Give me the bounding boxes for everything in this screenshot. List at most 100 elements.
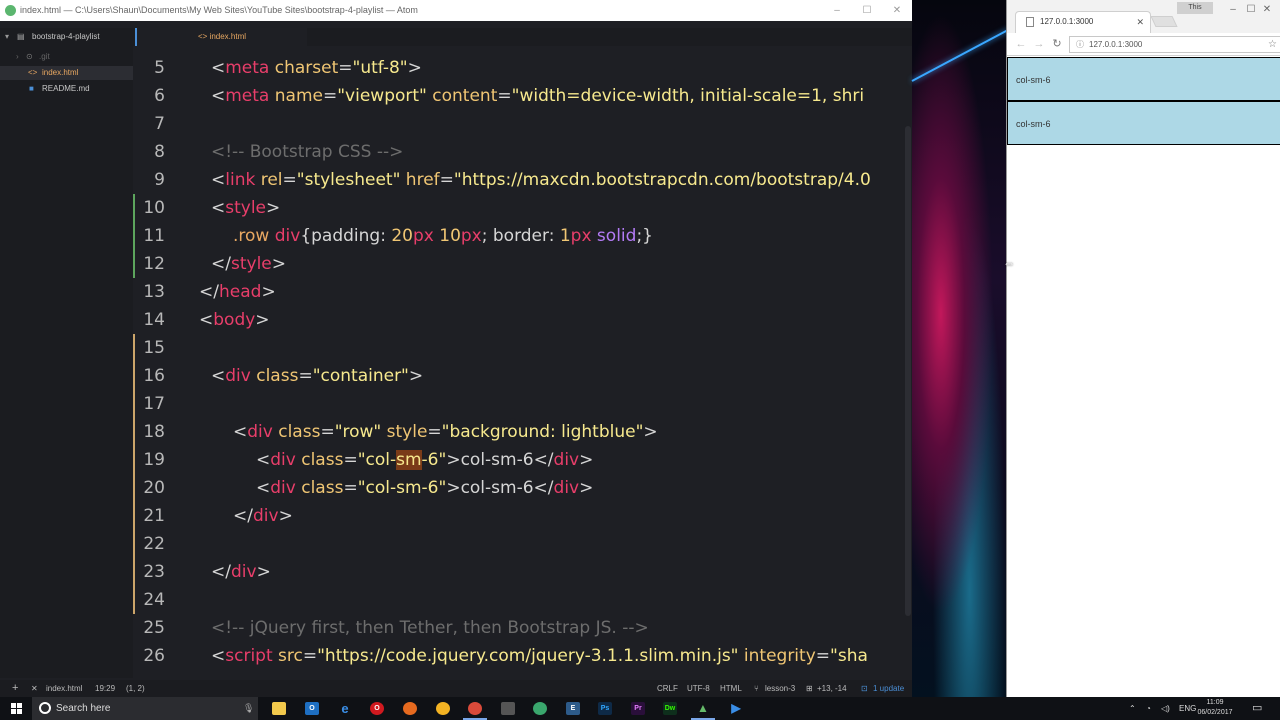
chrome-icon[interactable] [461, 699, 489, 720]
cortana-icon [39, 702, 51, 714]
opera-icon[interactable]: O [363, 699, 391, 718]
token: ;} [636, 226, 653, 246]
new-tab-button[interactable] [1150, 16, 1178, 27]
status-updates[interactable]: 1 update [873, 680, 904, 697]
microphone-icon[interactable]: 🎙 [243, 697, 254, 720]
line-number: 25 [143, 618, 165, 638]
notifications-icon[interactable]: ▭ [1252, 697, 1262, 720]
status-diff: +13, -14 [817, 684, 847, 693]
firefox-icon[interactable] [396, 699, 424, 718]
dreamweaver-icon[interactable]: Dw [656, 699, 684, 718]
address-bar[interactable]: ⓘ 127.0.0.1:3000 ☆ [1069, 36, 1280, 53]
volume-icon[interactable]: ◁) [1161, 697, 1170, 720]
code-editor[interactable]: 5 6 7 8 9 10 11 12 13 14 15 16 17 18 19 … [133, 46, 912, 672]
file-explorer-icon[interactable] [265, 699, 293, 718]
token: > [255, 310, 270, 330]
status-branch[interactable]: lesson-3 [765, 680, 795, 697]
maximize-button[interactable]: ☐ [852, 0, 882, 21]
token: style [225, 198, 267, 218]
search-placeholder: Search here [56, 703, 111, 714]
status-cursor[interactable]: 19:29 [95, 680, 115, 697]
token: > [408, 366, 424, 386]
token: div [270, 478, 296, 498]
token: link [225, 170, 256, 190]
token: "utf-8" [352, 58, 408, 78]
visual-studio-icon[interactable]: E [559, 699, 587, 718]
status-grammar[interactable]: HTML [720, 680, 742, 697]
token: head [218, 282, 262, 302]
token: > [579, 478, 594, 498]
atom-icon[interactable]: ▲ [689, 699, 717, 720]
resize-cursor-icon: ⇔ [1003, 256, 1015, 270]
close-button[interactable]: ✕ [882, 0, 912, 21]
token: </ [211, 254, 231, 274]
windows-logo-icon [11, 703, 22, 714]
add-icon[interactable]: + [12, 680, 18, 697]
outlook-icon[interactable]: O [298, 699, 326, 718]
profile-button[interactable]: This [1177, 2, 1213, 14]
clock-time: 11:09 [1206, 699, 1224, 706]
atom-green-icon[interactable] [526, 699, 554, 718]
status-line-ending[interactable]: CRLF [657, 680, 678, 697]
minimize-button[interactable]: – [822, 0, 852, 21]
token: < [211, 86, 226, 106]
taskbar: Search here 🎙 O e O E Ps Pr Dw ▲ ▶ ⌃ ◔ ◁… [0, 697, 1280, 720]
system-clock[interactable]: 11:09 06/02/2017 [1190, 698, 1240, 718]
line-number: 8 [154, 142, 165, 162]
close-button[interactable]: ✕ [1253, 0, 1280, 20]
powershell-icon[interactable]: ▶ [722, 699, 750, 718]
diff-icon: ⊞ [806, 684, 813, 693]
token: "https://code.jquery.com/jquery-3.1.1.sl… [317, 646, 739, 666]
taskbar-search[interactable]: Search here 🎙 [32, 697, 258, 720]
edge-icon[interactable]: e [331, 699, 359, 718]
tree-item-readme[interactable]: ■ README.md [0, 82, 133, 96]
token: </ [211, 562, 231, 582]
token: -6" [421, 450, 447, 470]
token: = [815, 646, 831, 666]
tree-project-root[interactable]: ▾ ▤ bootstrap-4-playlist [0, 30, 133, 44]
vertical-scrollbar[interactable] [905, 126, 911, 616]
tree-item-index-html[interactable]: <> index.html [0, 66, 133, 80]
virtualbox-icon[interactable] [494, 699, 522, 718]
premiere-icon[interactable]: Pr [624, 699, 652, 718]
code-line: <div class="col-sm-6">col-sm-6</div> [256, 478, 593, 498]
status-encoding[interactable]: UTF-8 [687, 680, 710, 697]
token: px [460, 226, 482, 246]
photoshop-icon[interactable]: Ps [591, 699, 619, 718]
line-number: 17 [143, 394, 165, 414]
browser-tab[interactable]: 127.0.0.1:3000 ✕ [1015, 11, 1151, 33]
code-line: <meta charset="utf-8"> [211, 58, 422, 78]
token: script [225, 646, 273, 666]
tab-index-html[interactable]: <> index.html [135, 28, 307, 46]
status-file[interactable]: index.html [46, 680, 82, 697]
info-icon[interactable]: ⓘ [1076, 37, 1084, 52]
tree-item-git[interactable]: › ⊙ .git [0, 50, 133, 64]
token: > [446, 450, 461, 470]
line-number: 10 [143, 198, 165, 218]
forward-arrow-icon[interactable]: → [1031, 36, 1047, 52]
token: </ [533, 450, 554, 470]
token: "sha [830, 646, 868, 666]
token: > [643, 422, 658, 442]
start-button[interactable] [0, 697, 32, 720]
chevron-up-icon[interactable]: ⌃ [1129, 697, 1136, 720]
token: .row [233, 226, 270, 246]
window-title: index.html — C:\Users\Shaun\Documents\My… [20, 5, 418, 15]
col-sm-6-box: col-sm-6 [1007, 101, 1280, 145]
token: div [269, 226, 301, 246]
token: class [295, 478, 344, 498]
token: < [211, 646, 226, 666]
back-arrow-icon[interactable]: ← [1013, 36, 1029, 52]
col-sm-6-box: col-sm-6 [1007, 57, 1280, 101]
network-icon[interactable]: ◔ [1146, 697, 1151, 720]
close-icon[interactable]: ✕ [31, 680, 38, 697]
token: "https://maxcdn.bootstrapcdn.com/bootstr… [453, 170, 871, 190]
bookmark-star-icon[interactable]: ☆ [1268, 37, 1277, 52]
reload-icon[interactable]: ↻ [1049, 36, 1065, 52]
token: "viewport" [337, 86, 427, 106]
tree-item-label: index.html [42, 68, 79, 77]
tab-close-icon[interactable]: ✕ [1136, 12, 1144, 32]
code-line: <link rel="stylesheet" href="https://max… [211, 170, 871, 190]
token: > [579, 450, 594, 470]
chrome-canary-icon[interactable] [429, 699, 457, 718]
